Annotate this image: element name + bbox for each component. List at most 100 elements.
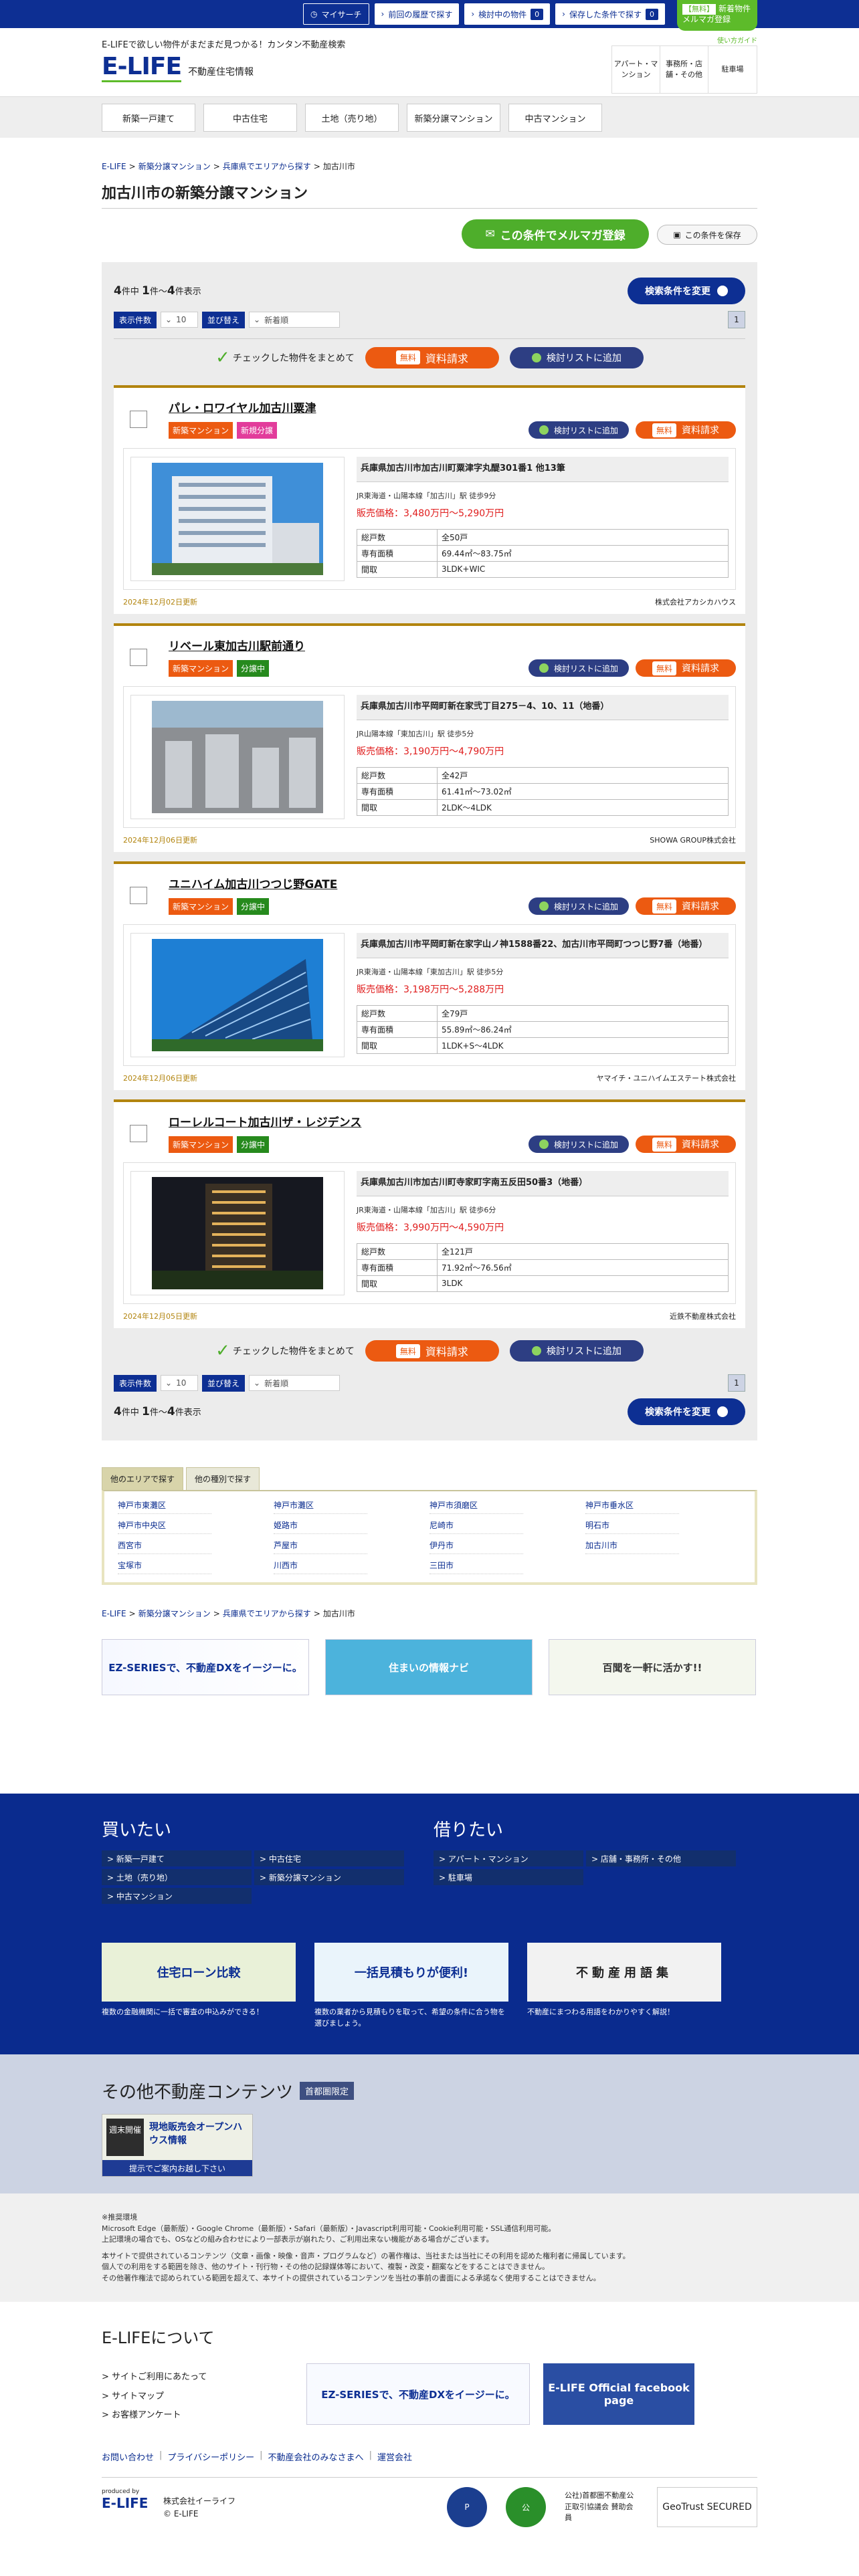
glossary-banner[interactable]: 不動産用語集 不動産にまつわる用語をわかりやすく解説！	[527, 1943, 721, 2029]
area-link[interactable]: 尼崎市	[430, 1519, 523, 1534]
mail-icon: ✉	[485, 227, 495, 241]
footer-new-house[interactable]: 新築一戸建て	[102, 1850, 252, 1866]
area-link[interactable]: 芦屋市	[274, 1539, 367, 1554]
property-address: 兵庫県加古川市加古川町粟津字丸醍301番1 他13筆	[357, 457, 729, 482]
bulk-request-button[interactable]: 無料 資料請求	[365, 1340, 499, 1362]
property-photo[interactable]	[130, 457, 345, 581]
page-1[interactable]: 1	[728, 1374, 745, 1392]
nav-office[interactable]: 事務所・店舗・その他	[660, 46, 708, 93]
history-button[interactable]: › 前回の履歴で探す	[374, 3, 460, 25]
open-house-banner[interactable]: 週末開催 現地販売会オープンハウス情報 提示でご案内お越し下さい	[102, 2114, 253, 2177]
property-title[interactable]: パレ・ロワイヤル加古川粟津	[169, 399, 736, 415]
help-link[interactable]: 使い方ガイド	[717, 35, 757, 45]
link-company[interactable]: 運営会社	[377, 2450, 412, 2463]
sumai-navi-banner[interactable]: 住まいの情報ナビ	[325, 1639, 533, 1695]
footer-used-house[interactable]: 中古住宅	[254, 1850, 404, 1866]
geotrust-seal[interactable]: GeoTrust SECURED	[657, 2487, 757, 2527]
change-condition-button[interactable]: 検索条件を変更	[628, 1398, 745, 1425]
count-select[interactable]: ⌄ 10	[161, 312, 199, 328]
gnav-used-house[interactable]: 中古住宅	[203, 104, 297, 132]
order-select[interactable]: ⌄ 新着順	[249, 312, 341, 328]
order-select[interactable]: ⌄ 新着順	[249, 1375, 341, 1391]
magazine-signup-button[interactable]: 【無料】 新着物件 メルマガ登録	[677, 0, 757, 31]
property-title[interactable]: ローレルコート加古川ザ・レジデンス	[169, 1113, 736, 1130]
footer-land[interactable]: 土地（売り地）	[102, 1869, 252, 1885]
gnav-used-mansion[interactable]: 中古マンション	[508, 104, 602, 132]
link-contact[interactable]: お問い合わせ	[102, 2450, 154, 2463]
footer-used-mansion[interactable]: 中古マンション	[102, 1888, 252, 1904]
site-logo[interactable]: E-LIFE 不動産住宅情報	[102, 55, 254, 82]
link-for-agents[interactable]: 不動産会社のみなさまへ	[268, 2450, 364, 2463]
kentou-add-button[interactable]: 検討リストに追加	[529, 421, 629, 439]
request-button[interactable]: 無料 資料請求	[636, 897, 736, 915]
kentou-add-button[interactable]: 検討リストに追加	[529, 659, 629, 677]
property-photo[interactable]	[130, 695, 345, 819]
area-link[interactable]: 姫路市	[274, 1519, 367, 1534]
seals: P 公 公社)首都圏不動産公正取引協議会 賛助会員 GeoTrust SECUR…	[447, 2487, 757, 2527]
property-title[interactable]: ユニハイム加古川つつじ野GATE	[169, 875, 736, 891]
bulk-kentou-button[interactable]: 検討リストに追加	[509, 346, 644, 368]
property-checkbox[interactable]	[130, 887, 147, 904]
request-button[interactable]: 無料 資料請求	[636, 421, 736, 439]
hyakubun-banner[interactable]: 百聞を一軒に活かす!!	[549, 1639, 756, 1695]
area-link[interactable]: 神戸市垂水区	[585, 1499, 679, 1514]
crumb-category[interactable]: 新築分譲マンション	[138, 1609, 211, 1618]
nav-apartment[interactable]: アパート・マンション	[612, 46, 660, 93]
footer-new-mansion[interactable]: 新築分譲マンション	[254, 1869, 404, 1885]
area-link[interactable]: 神戸市中央区	[118, 1519, 211, 1534]
page-1[interactable]: 1	[728, 311, 745, 328]
footer-apartment[interactable]: アパート・マンション	[434, 1850, 583, 1866]
area-link[interactable]: 神戸市須磨区	[430, 1499, 523, 1514]
nav-parking[interactable]: 駐車場	[708, 46, 757, 93]
area-link[interactable]: 宝塚市	[118, 1560, 211, 1574]
area-link[interactable]: 明石市	[585, 1519, 679, 1534]
area-link[interactable]: 加古川市	[585, 1539, 679, 1554]
order-label: 並び替え	[202, 1374, 246, 1392]
request-button[interactable]: 無料 資料請求	[636, 1136, 736, 1153]
area-link[interactable]: 神戸市灘区	[274, 1499, 367, 1514]
property-checkbox[interactable]	[130, 1125, 147, 1142]
loan-banner[interactable]: 住宅ローン比較 複数の金融機関に一括で審査の申込みができる！	[102, 1943, 296, 2029]
area-link[interactable]: 三田市	[430, 1560, 523, 1574]
change-condition-button[interactable]: 検索条件を変更	[628, 278, 745, 304]
kentou-add-button[interactable]: 検討リストに追加	[529, 1136, 629, 1153]
kentou-add-button[interactable]: 検討リストに追加	[529, 897, 629, 915]
mail-register-button[interactable]: ✉ この条件でメルマガ登録	[462, 219, 649, 249]
property-photo[interactable]	[130, 933, 345, 1057]
tab-other-area[interactable]: 他のエリアで探す	[102, 1467, 184, 1490]
crumb-pref[interactable]: 兵庫県でエリアから探す	[223, 1609, 311, 1618]
count-label: 表示件数	[114, 1374, 157, 1392]
request-button[interactable]: 無料 資料請求	[636, 659, 736, 677]
area-link[interactable]: 神戸市東灘区	[118, 1499, 211, 1514]
link-privacy[interactable]: プライバシーポリシー	[167, 2450, 254, 2463]
bulk-request-button[interactable]: 無料 資料請求	[365, 346, 499, 368]
gnav-land[interactable]: 土地（売り地）	[305, 104, 399, 132]
bulk-kentou-button[interactable]: 検討リストに追加	[509, 1340, 644, 1362]
area-link[interactable]: 川西市	[274, 1560, 367, 1574]
gnav-new-mansion[interactable]: 新築分譲マンション	[407, 104, 500, 132]
tab-other-type[interactable]: 他の種別で探す	[186, 1467, 260, 1490]
crumb-home[interactable]: E-LIFE	[102, 162, 126, 171]
footer-parking[interactable]: 駐車場	[434, 1869, 583, 1885]
bulk-label: ✓ チェックした物件をまとめて	[215, 1341, 355, 1361]
footer-office[interactable]: 店舗・事務所・その他	[586, 1850, 736, 1866]
property-title[interactable]: リベール東加古川駅前通り	[169, 637, 736, 653]
moving-banner[interactable]: 一括見積もりが便利! 複数の業者から見積もりを取って、希望の条件に合う物を選びまし…	[314, 1943, 508, 2029]
mysearch-button[interactable]: ◷ マイサーチ	[303, 3, 369, 25]
kentou-button[interactable]: › 検討中の物件 0	[464, 3, 551, 25]
ez-series-banner-footer[interactable]: EZ-SERIESで、不動産DXをイージーに。	[306, 2363, 530, 2425]
ez-series-banner[interactable]: EZ-SERIESで、不動産DXをイージーに。	[102, 1639, 309, 1695]
property-checkbox[interactable]	[130, 649, 147, 666]
count-select[interactable]: ⌄ 10	[161, 1375, 199, 1391]
area-link[interactable]: 伊丹市	[430, 1539, 523, 1554]
area-link[interactable]: 西宮市	[118, 1539, 211, 1554]
save-condition-button[interactable]: ▣ この条件を保存	[657, 225, 757, 245]
property-checkbox[interactable]	[130, 411, 147, 428]
crumb-category[interactable]: 新築分譲マンション	[138, 162, 211, 171]
crumb-pref[interactable]: 兵庫県でエリアから探す	[223, 162, 311, 171]
property-photo[interactable]	[130, 1171, 345, 1295]
crumb-home[interactable]: E-LIFE	[102, 1609, 126, 1618]
saved-search-button[interactable]: › 保存した条件で探す 0	[555, 3, 665, 25]
facebook-banner[interactable]: E-LIFE Official facebook page	[543, 2363, 694, 2425]
gnav-new-house[interactable]: 新築一戸建て	[102, 104, 195, 132]
